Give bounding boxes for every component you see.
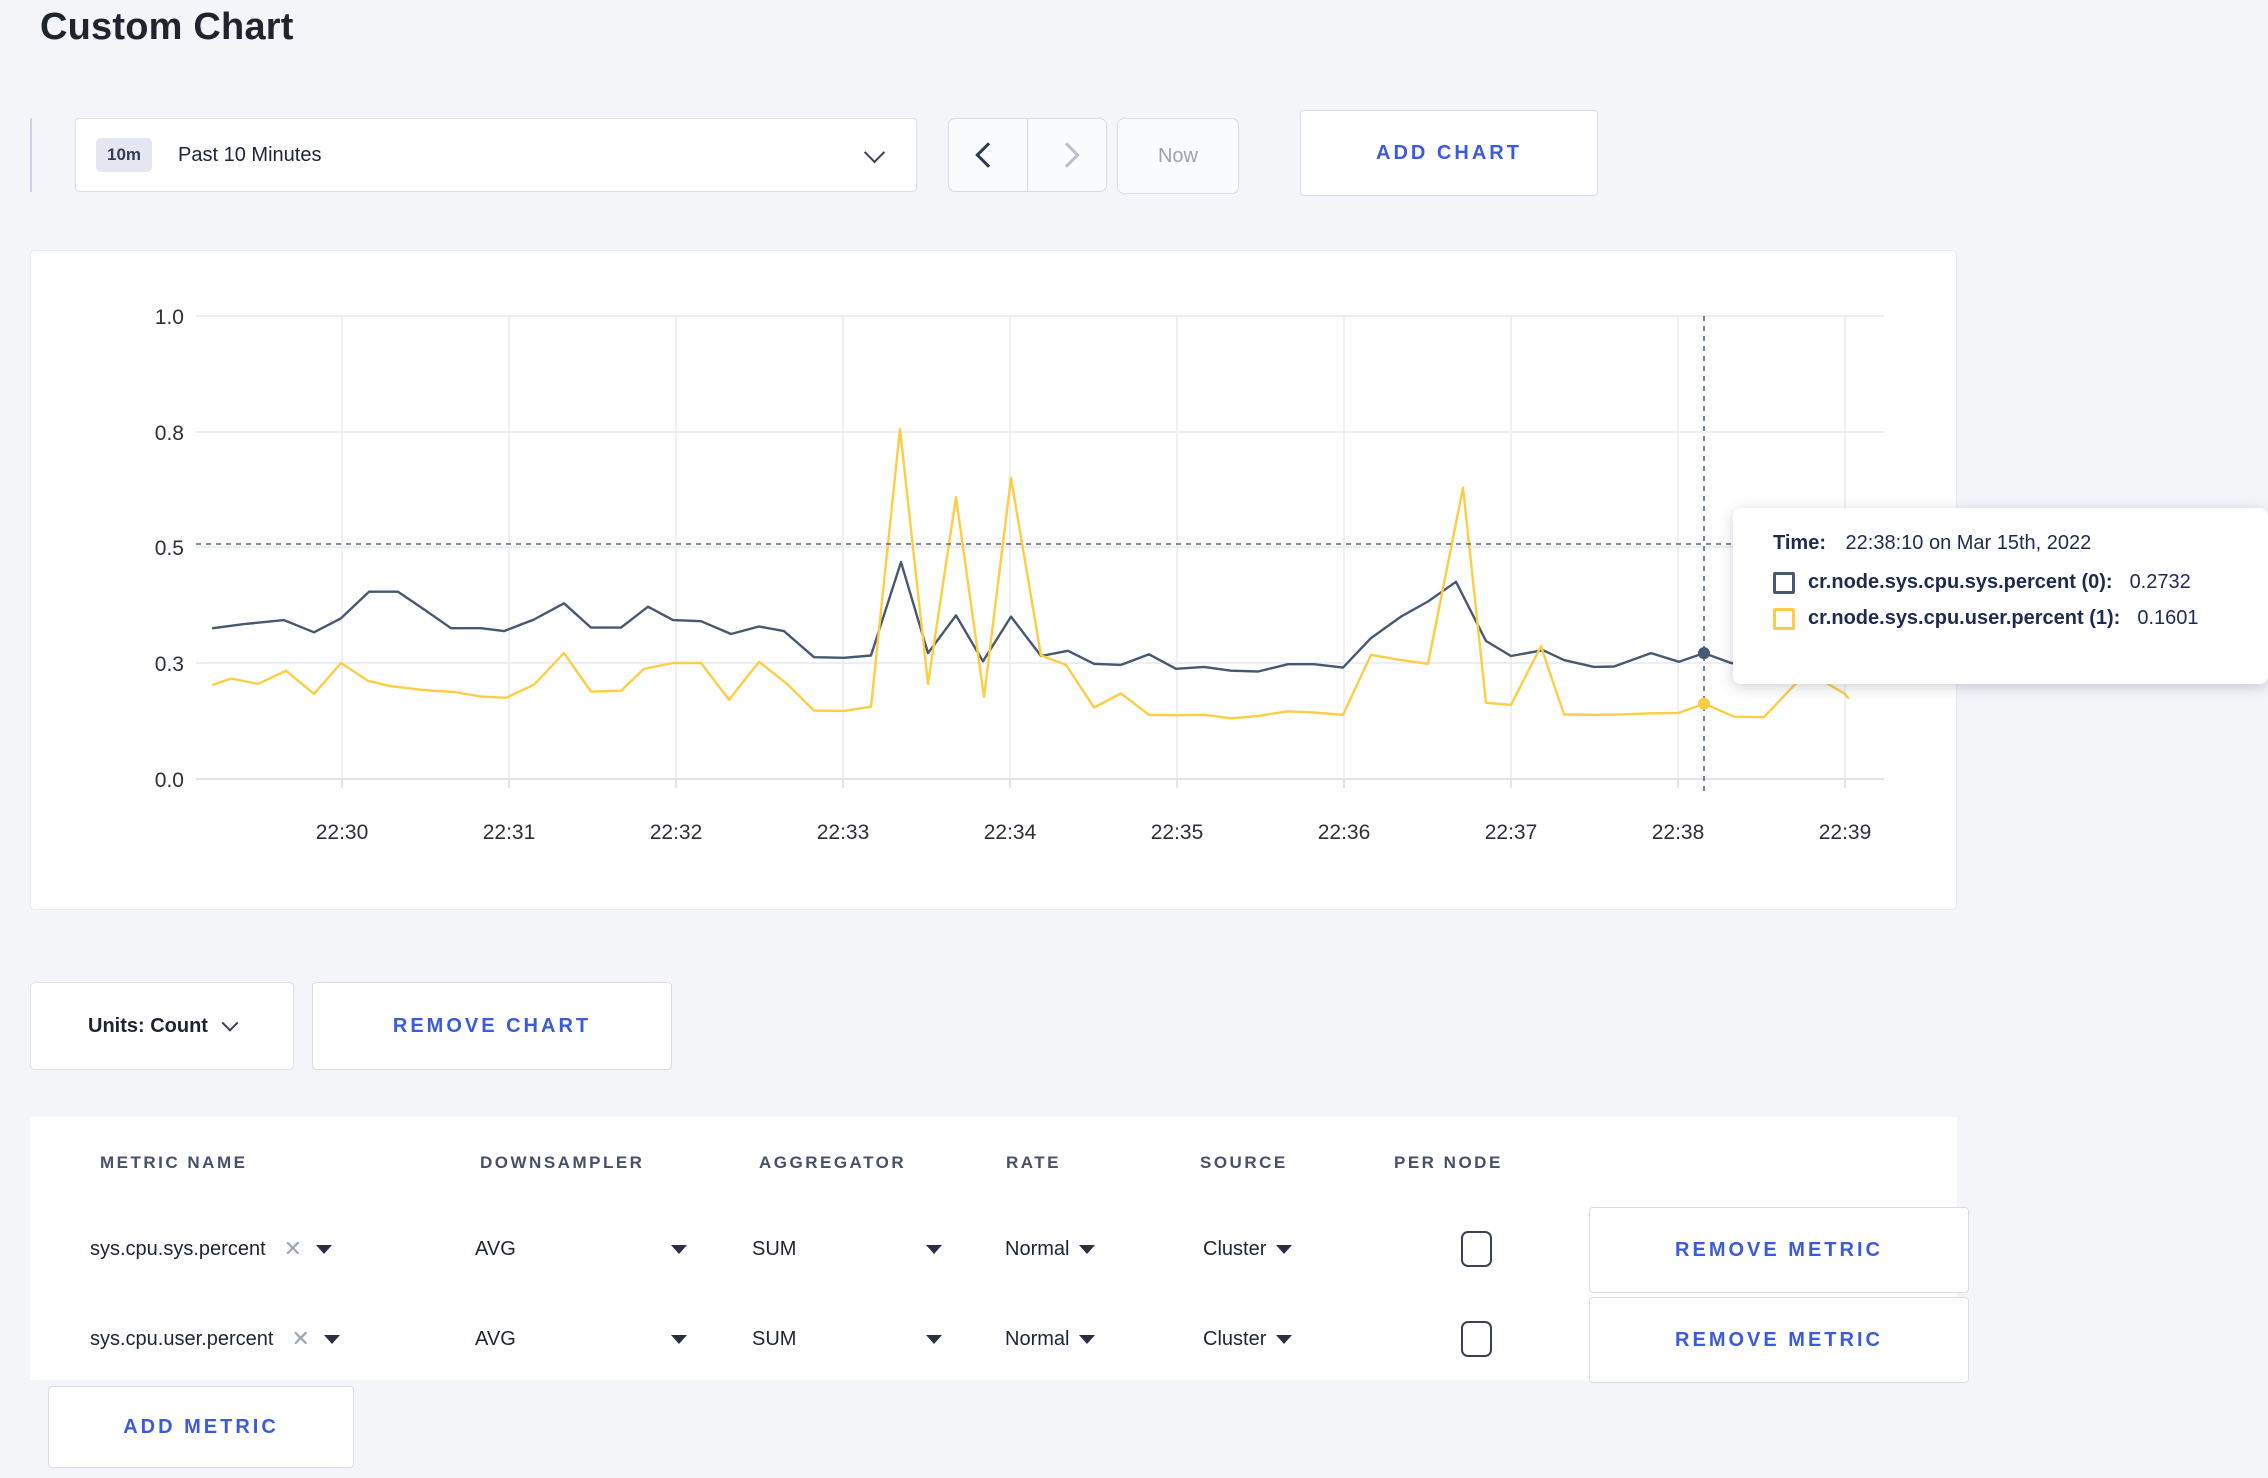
x-axis-label: 22:32: [650, 821, 703, 844]
aggregator-value: SUM: [752, 1237, 797, 1260]
rate-value: Normal: [1005, 1237, 1070, 1260]
x-axis-label: 22:33: [817, 821, 870, 844]
remove-chart-button[interactable]: REMOVE CHART: [312, 982, 672, 1070]
y-axis-label: 0.0: [155, 769, 184, 792]
time-window-label: Past 10 Minutes: [178, 143, 322, 166]
highlight-dot-user: [1698, 697, 1710, 710]
time-nav-group: [948, 118, 1107, 192]
x-axis-label: 22:37: [1485, 821, 1538, 844]
y-axis-label: 0.8: [155, 422, 184, 445]
metric-name: sys.cpu.sys.percent: [90, 1237, 266, 1260]
time-prev-button[interactable]: [949, 119, 1027, 191]
caret-down-icon: [671, 1244, 687, 1254]
chevron-down-icon: [221, 1014, 239, 1032]
col-header-downsampler: DOWNSAMPLER: [480, 1153, 645, 1172]
caret-down-icon: [1276, 1334, 1293, 1344]
highlight-dot-sys: [1698, 647, 1710, 660]
metric-name-select[interactable]: sys.cpu.user.percent ✕: [90, 1295, 340, 1383]
aggregator-select[interactable]: SUM: [752, 1205, 942, 1293]
units-dropdown[interactable]: Units: Count: [30, 982, 294, 1070]
clear-metric-icon[interactable]: ✕: [284, 1236, 302, 1262]
aggregator-value: SUM: [752, 1327, 797, 1350]
source-value: Cluster: [1203, 1327, 1267, 1350]
timeseries-chart[interactable]: 1.0 0.8 0.5 0.3 0.0 22:30 22:31 22:32 22:33 22:34…: [31, 251, 1955, 908]
tooltip-series-row: cr.node.sys.cpu.user.percent (1): 0.1601: [1773, 607, 2268, 630]
x-axis-label: 22:35: [1151, 821, 1204, 844]
tooltip-time-value: 22:38:10 on Mar 15th, 2022: [1845, 532, 2092, 554]
downsampler-value: AVG: [475, 1327, 516, 1350]
caret-down-icon: [926, 1244, 942, 1254]
clear-metric-icon[interactable]: ✕: [291, 1326, 309, 1352]
tooltip-series-row: cr.node.sys.cpu.sys.percent (0): 0.2732: [1773, 571, 2268, 594]
x-axis-label: 22:34: [984, 821, 1037, 844]
per-node-cell: [1446, 1295, 1506, 1383]
remove-metric-button[interactable]: REMOVE METRIC: [1589, 1297, 1969, 1383]
rate-select[interactable]: Normal: [1005, 1295, 1096, 1383]
tooltip-time-label: Time:: [1773, 532, 1826, 554]
caret-down-icon: [1276, 1244, 1293, 1254]
tooltip-series-value: 0.1601: [2137, 607, 2199, 629]
source-select[interactable]: Cluster: [1203, 1295, 1293, 1383]
chevron-down-icon: [863, 141, 886, 163]
col-header-aggregator: AGGREGATOR: [759, 1153, 907, 1172]
caret-down-icon: [926, 1334, 942, 1344]
now-button[interactable]: Now: [1117, 118, 1239, 194]
x-axis-label: 22:38: [1652, 821, 1705, 844]
y-axis-label: 0.5: [155, 537, 184, 560]
downsampler-select[interactable]: AVG: [475, 1295, 687, 1383]
x-axis-label: 22:39: [1819, 821, 1872, 844]
caret-down-icon: [671, 1334, 687, 1344]
tooltip-series-value: 0.2732: [2129, 571, 2191, 593]
table-row: sys.cpu.user.percent ✕ AVG SUM Normal Cl…: [30, 1295, 1969, 1383]
caret-down-icon: [1079, 1244, 1096, 1254]
y-axis-label: 1.0: [155, 306, 184, 329]
custom-chart-page: Custom Chart 10m Past 10 Minutes Now ADD…: [0, 0, 2268, 1478]
series-line-sys: [211, 560, 1850, 673]
chart-tooltip: Time: 22:38:10 on Mar 15th, 2022 cr.node…: [1733, 508, 2268, 684]
table-row: sys.cpu.sys.percent ✕ AVG SUM Normal Clu…: [30, 1205, 1969, 1293]
downsampler-value: AVG: [475, 1237, 516, 1260]
chevron-left-icon: [975, 142, 1001, 168]
aggregator-select[interactable]: SUM: [752, 1295, 942, 1383]
chevron-right-icon: [1054, 142, 1080, 168]
x-axis-label: 22:30: [316, 821, 369, 844]
rate-select[interactable]: Normal: [1005, 1205, 1096, 1293]
x-axis-label: 22:36: [1318, 821, 1371, 844]
time-window-badge: 10m: [96, 138, 153, 172]
y-axis-label: 0.3: [155, 653, 184, 676]
units-label: Units: Count: [88, 1014, 208, 1037]
per-node-cell: [1446, 1205, 1506, 1293]
col-header-source: SOURCE: [1200, 1153, 1288, 1172]
metrics-table: METRIC NAME DOWNSAMPLER AGGREGATOR RATE …: [30, 1117, 1969, 1383]
add-metric-button[interactable]: ADD METRIC: [48, 1386, 354, 1468]
add-chart-button[interactable]: ADD CHART: [1300, 110, 1598, 196]
rate-value: Normal: [1005, 1327, 1070, 1350]
metric-name-select[interactable]: sys.cpu.sys.percent ✕: [90, 1205, 333, 1293]
col-header-per-node: PER NODE: [1394, 1153, 1503, 1172]
source-select[interactable]: Cluster: [1203, 1205, 1293, 1293]
per-node-checkbox[interactable]: [1460, 1231, 1492, 1267]
col-header-metric-name: METRIC NAME: [100, 1153, 248, 1172]
x-axis-label: 22:31: [483, 821, 536, 844]
tooltip-series-name: cr.node.sys.cpu.user.percent (1):: [1808, 607, 2121, 629]
time-window-dropdown[interactable]: 10m Past 10 Minutes: [75, 118, 917, 192]
downsampler-select[interactable]: AVG: [475, 1205, 687, 1293]
chart-panel[interactable]: 1.0 0.8 0.5 0.3 0.0 22:30 22:31 22:32 22:33 22:34…: [30, 250, 1957, 910]
metric-name: sys.cpu.user.percent: [90, 1327, 274, 1350]
user-series-swatch-icon: [1773, 607, 1795, 630]
series-line-user: [211, 427, 1850, 720]
left-divider: [30, 118, 32, 192]
tooltip-series-name: cr.node.sys.cpu.sys.percent (0):: [1808, 571, 2113, 593]
col-header-rate: RATE: [1006, 1153, 1062, 1172]
page-title: Custom Chart: [40, 6, 294, 48]
caret-down-icon: [316, 1244, 333, 1254]
time-next-button[interactable]: [1027, 119, 1106, 191]
caret-down-icon: [323, 1334, 340, 1344]
remove-metric-button[interactable]: REMOVE METRIC: [1589, 1207, 1969, 1293]
source-value: Cluster: [1203, 1237, 1267, 1260]
sys-series-swatch-icon: [1773, 571, 1795, 594]
tooltip-time-row: Time: 22:38:10 on Mar 15th, 2022: [1773, 532, 2268, 555]
per-node-checkbox[interactable]: [1460, 1321, 1492, 1357]
caret-down-icon: [1079, 1334, 1096, 1344]
